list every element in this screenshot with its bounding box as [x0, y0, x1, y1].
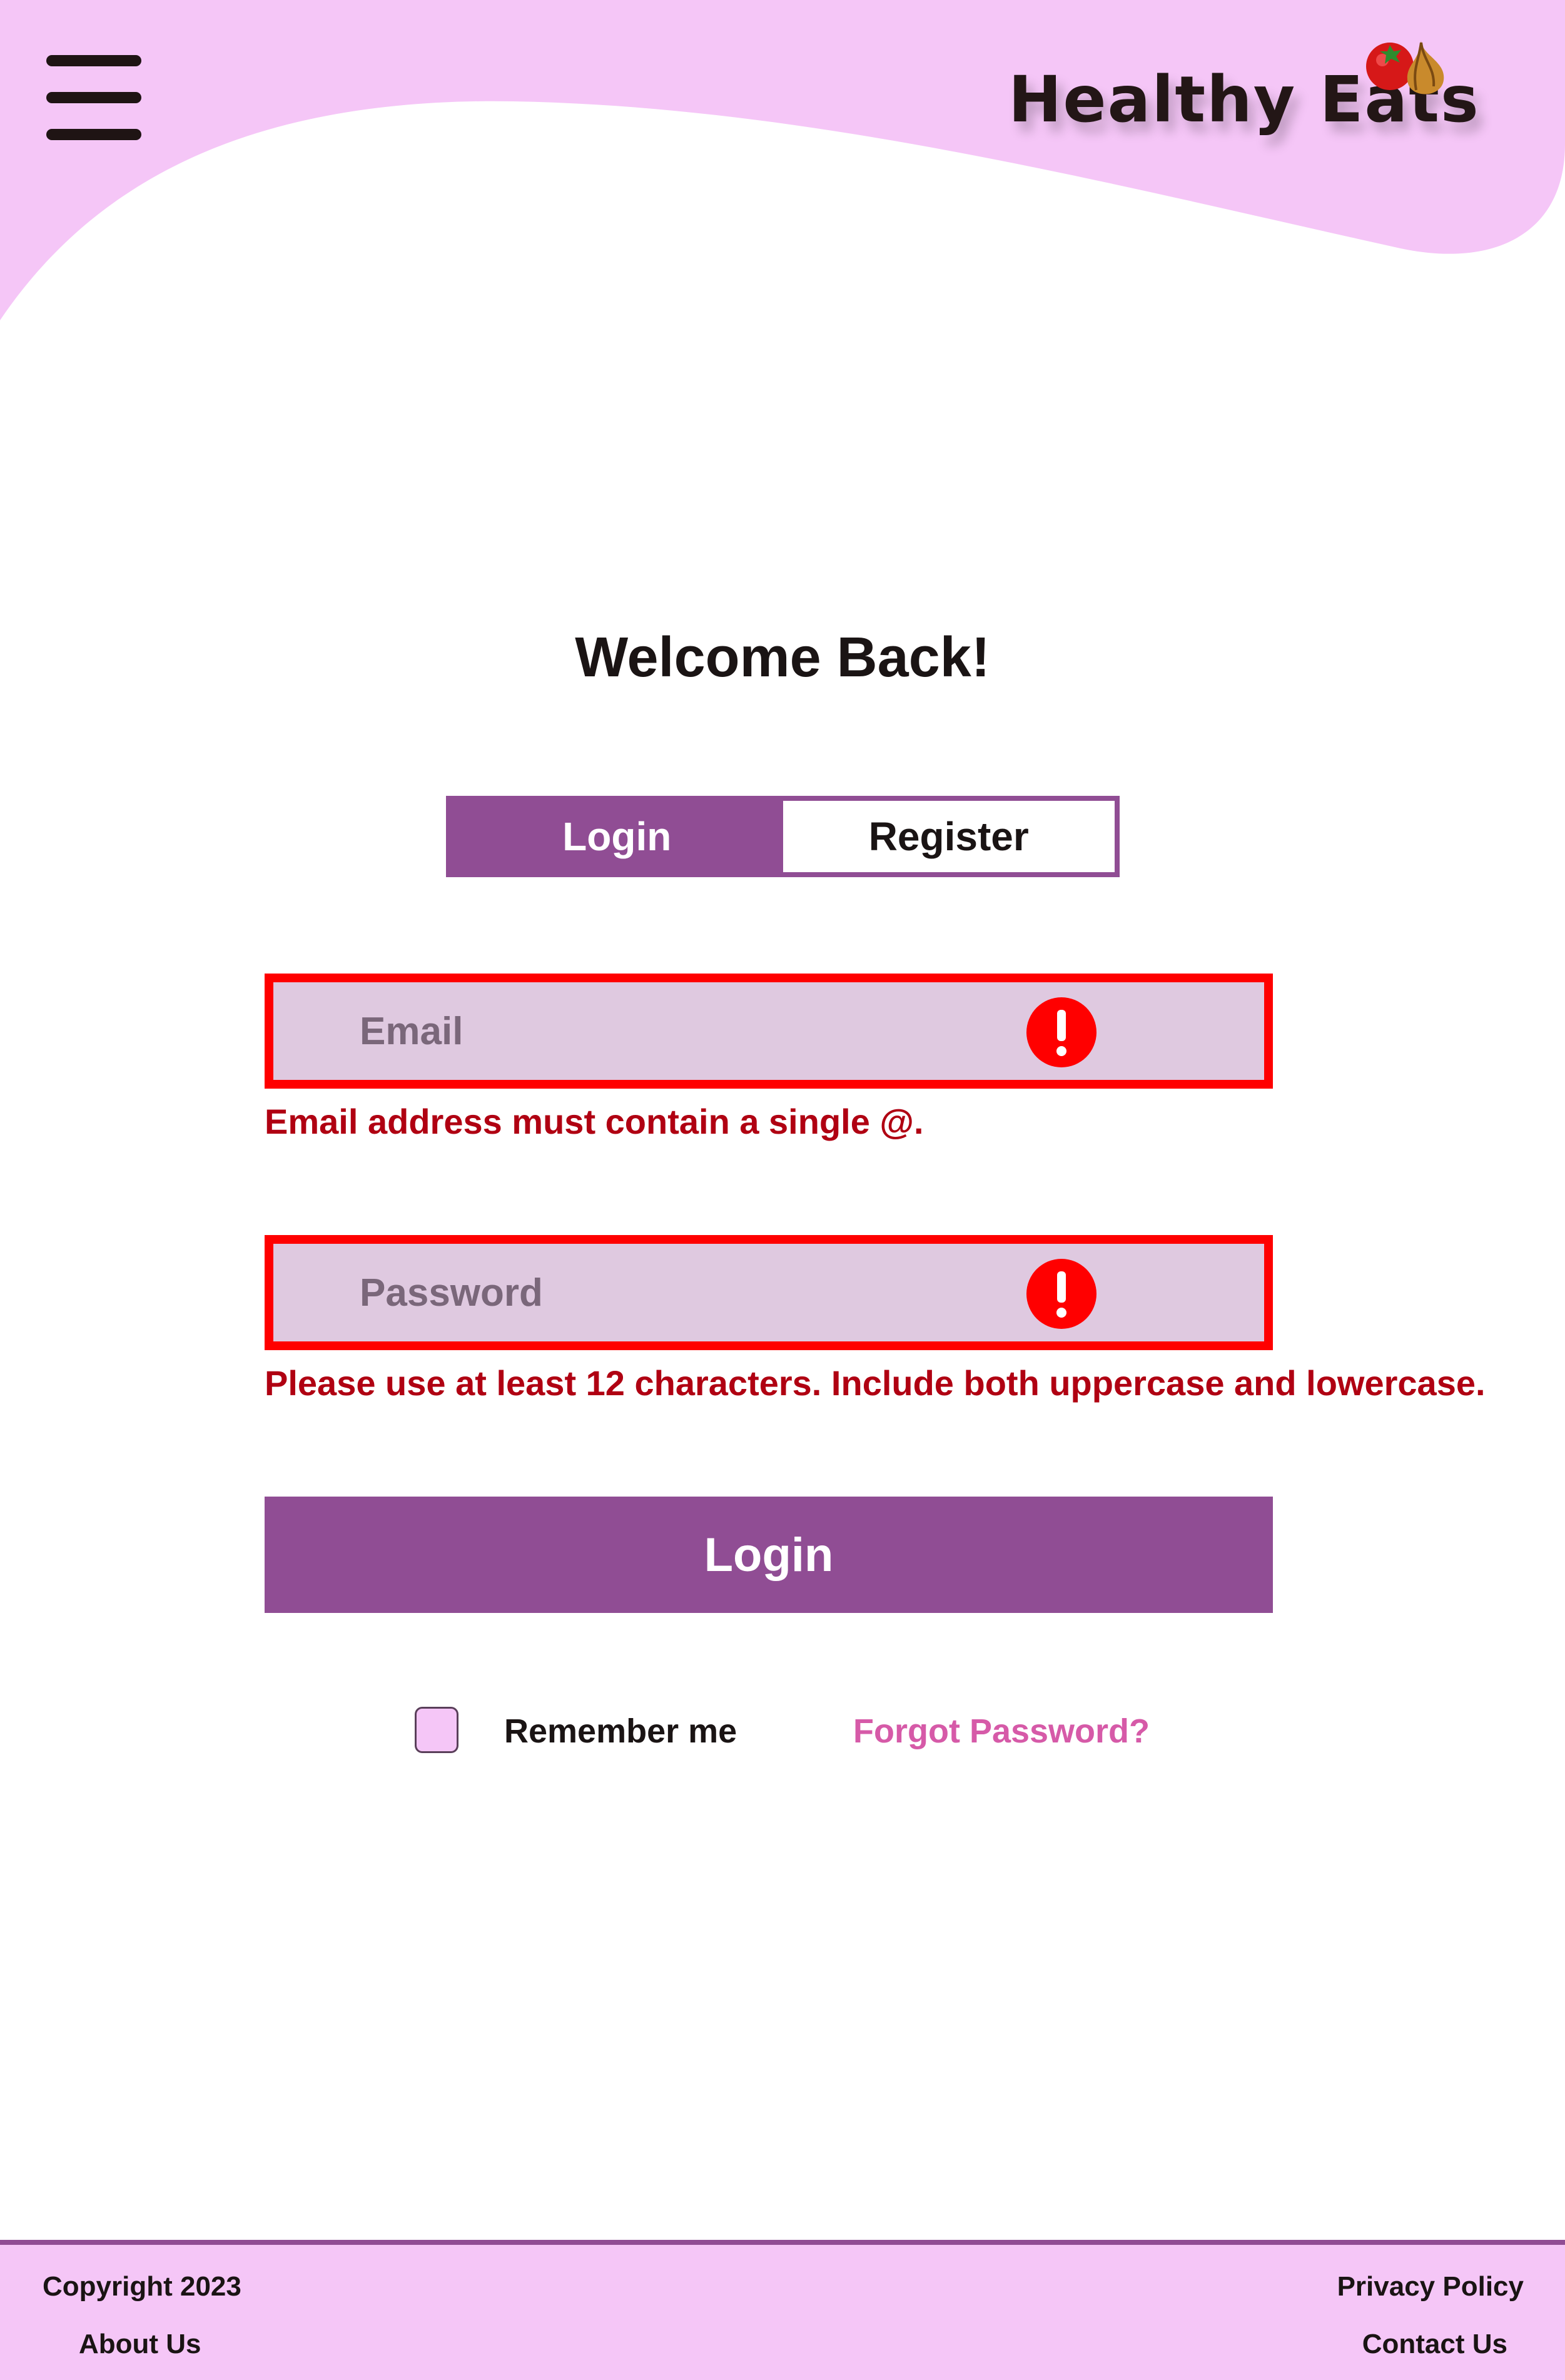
password-field[interactable] [273, 1244, 1264, 1341]
remember-me-label[interactable]: Remember me [504, 1712, 737, 1751]
tab-login[interactable]: Login [451, 801, 783, 872]
error-alert-icon [1026, 1259, 1097, 1329]
error-alert-icon [1026, 997, 1097, 1067]
footer: Copyright 2023 About Us Privacy Policy C… [0, 2240, 1565, 2380]
email-field[interactable] [273, 982, 1264, 1080]
page-title: Welcome Back! [575, 626, 990, 689]
site-logo[interactable]: Healthy Eats [1008, 36, 1479, 155]
password-error-message: Please use at least 12 characters. Inclu… [265, 1363, 1486, 1403]
tomato-onion-icon [1366, 40, 1444, 94]
footer-link-contact[interactable]: Contact Us [1362, 2329, 1507, 2360]
footer-link-about[interactable]: About Us [79, 2329, 201, 2360]
footer-link-privacy[interactable]: Privacy Policy [1337, 2271, 1524, 2302]
auth-tabs: Login Register [446, 796, 1120, 877]
email-error-message: Email address must contain a single @. [265, 1102, 924, 1141]
tab-register[interactable]: Register [782, 801, 1115, 872]
forgot-password-link[interactable]: Forgot Password? [853, 1712, 1150, 1751]
email-field-container [265, 974, 1273, 1089]
footer-copyright: Copyright 2023 [43, 2271, 241, 2302]
login-button[interactable]: Login [265, 1497, 1273, 1613]
hamburger-menu-icon[interactable] [46, 55, 141, 140]
remember-me-checkbox[interactable] [415, 1707, 458, 1753]
password-field-container [265, 1235, 1273, 1350]
